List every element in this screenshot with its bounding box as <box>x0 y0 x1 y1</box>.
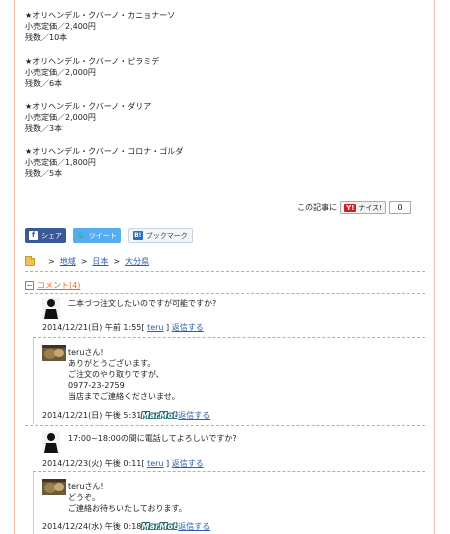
naisu-count: 0 <box>389 201 411 214</box>
comment-author-link[interactable]: teru <box>147 323 163 332</box>
breadcrumb-link-region[interactable]: 地域 <box>60 256 76 267</box>
tweet-button[interactable]: 🐦 ツイート <box>73 228 121 243</box>
product-stock: 残数／3本 <box>25 124 63 133</box>
divider <box>25 271 425 272</box>
reply-indent-border <box>33 471 34 534</box>
reply-link[interactable]: 返信する <box>178 410 210 421</box>
comment-line: ご注文のやり取りですが、 <box>68 370 164 379</box>
collapse-icon[interactable]: − <box>25 281 34 290</box>
divider <box>25 425 425 426</box>
product-name: ★オリヘンデル・クバーノ・ピラミデ <box>25 57 160 66</box>
comment-body: 17:00~18:00の間に電話してよろしいですか? <box>68 433 237 444</box>
naisu-button[interactable]: Y! ナイス! <box>340 201 386 214</box>
naisu-button-label: ナイス! <box>358 203 382 212</box>
breadcrumb-link-oita[interactable]: 大分県 <box>125 256 149 267</box>
comment-line: teruさん! <box>68 348 104 357</box>
product-stock: 残数／6本 <box>25 79 63 88</box>
comment-meta: 2014/12/21(日) 午前 1:55 [ teru ] 返信する <box>42 322 204 333</box>
product-stock: 残数／5本 <box>25 169 63 178</box>
comment-bracket: [ <box>141 323 145 332</box>
comment-line: 二本づつ注文したいのですが可能ですか? <box>68 299 217 308</box>
product-item: ★オリヘンデル・クバーノ・ダリア 小売定価／2,000円 残数／3本 <box>25 101 151 134</box>
comment-line: 当店までご連絡くださいませ。 <box>68 392 180 401</box>
reply-indent-border <box>33 337 34 424</box>
reply-link[interactable]: 返信する <box>178 521 210 532</box>
comment-bracket: ] <box>166 459 170 468</box>
comment-bracket: ] <box>166 323 170 332</box>
comment-line: どうぞ。 <box>68 493 100 502</box>
naisu-widget: この記事に Y! ナイス! 0 <box>297 201 411 214</box>
comment-date: 2014/12/21(日) 午後 5:31 <box>42 411 142 420</box>
comment-meta: 2014/12/21(日) 午後 5:31 MarMot 返信する <box>42 410 210 421</box>
twitter-bird-icon: 🐦 <box>77 231 86 240</box>
product-name: ★オリヘンデル・クバーノ・カニョナーソ <box>25 11 176 20</box>
divider <box>25 293 425 294</box>
product-name: ★オリヘンデル・クバーノ・コロナ・ゴルダ <box>25 147 184 156</box>
naisu-label: この記事に <box>297 203 338 212</box>
marmot-author-logo[interactable]: MarMot <box>141 522 177 531</box>
comment-bracket: [ <box>141 459 145 468</box>
comment-author-link[interactable]: teru <box>147 459 163 468</box>
yahoo-logo-icon: Y! <box>344 203 357 212</box>
comment-meta: 2014/12/24(水) 午後 0:18 MarMot 返信する <box>42 521 210 532</box>
folder-icon <box>25 255 35 266</box>
share-buttons: f シェア 🐦 ツイート B! ブックマーク <box>25 228 200 243</box>
comment-body: teruさん! どうぞ。 ご連絡お待ちいたしております。 <box>68 481 187 514</box>
product-item: ★オリヘンデル・クバーノ・ピラミデ 小売定価／2,000円 残数／6本 <box>25 56 159 89</box>
comment-line: ありがとうございます。 <box>68 359 156 368</box>
comments-title[interactable]: コメント(4) <box>37 280 80 291</box>
comment-line: ご連絡お待ちいたしております。 <box>68 504 187 513</box>
hatena-bookmark-button[interactable]: B! ブックマーク <box>127 228 193 243</box>
hatena-bookmark-label: ブックマーク <box>145 231 188 240</box>
product-item: ★オリヘンデル・クバーノ・カニョナーソ 小売定価／2,400円 残数／10本 <box>25 10 175 43</box>
product-name: ★オリヘンデル・クバーノ・ダリア <box>25 102 152 111</box>
comment-body: 二本づつ注文したいのですが可能ですか? <box>68 298 216 309</box>
comments-header: − コメント(4) <box>25 280 80 291</box>
product-price: 小売定価／2,000円 <box>25 68 96 77</box>
tweet-label: ツイート <box>88 231 117 240</box>
product-price: 小売定価／1,800円 <box>25 158 96 167</box>
product-price: 小売定価／2,000円 <box>25 113 96 122</box>
product-price: 小売定価／2,400円 <box>25 22 96 31</box>
breadcrumb-link-japan[interactable]: 日本 <box>92 256 108 267</box>
reply-link[interactable]: 返信する <box>172 322 204 333</box>
avatar <box>42 345 66 361</box>
comment-line: 0977-23-2759 <box>68 381 125 390</box>
product-item: ★オリヘンデル・クバーノ・コロナ・ゴルダ 小売定価／1,800円 残数／5本 <box>25 146 183 179</box>
marmot-author-logo[interactable]: MarMot <box>141 411 177 420</box>
comment-body: teruさん! ありがとうございます。 ご注文のやり取りですが、 0977-23… <box>68 347 180 402</box>
facebook-share-button[interactable]: f シェア <box>25 228 66 243</box>
avatar <box>42 297 60 319</box>
hatena-icon: B! <box>132 231 143 240</box>
breadcrumb-separator: > <box>48 257 55 266</box>
breadcrumb: > 地域 > 日本 > 大分県 <box>25 255 149 267</box>
comment-date: 2014/12/21(日) 午前 1:55 <box>42 323 142 332</box>
avatar <box>42 479 66 495</box>
divider <box>33 337 425 338</box>
reply-link[interactable]: 返信する <box>172 458 204 469</box>
breadcrumb-separator: > <box>113 257 121 266</box>
comment-line: teruさん! <box>68 482 104 491</box>
comment-meta: 2014/12/23(火) 午後 0:11 [ teru ] 返信する <box>42 458 204 469</box>
avatar <box>42 431 60 453</box>
comment-date: 2014/12/23(火) 午後 0:11 <box>42 459 142 468</box>
facebook-icon: f <box>29 231 38 240</box>
comment-date: 2014/12/24(水) 午後 0:18 <box>42 522 142 531</box>
divider <box>33 471 425 472</box>
comment-line: 17:00~18:00の間に電話してよろしいですか? <box>68 434 237 443</box>
facebook-share-label: シェア <box>41 231 62 240</box>
product-stock: 残数／10本 <box>25 33 68 42</box>
breadcrumb-separator: > <box>80 257 88 266</box>
